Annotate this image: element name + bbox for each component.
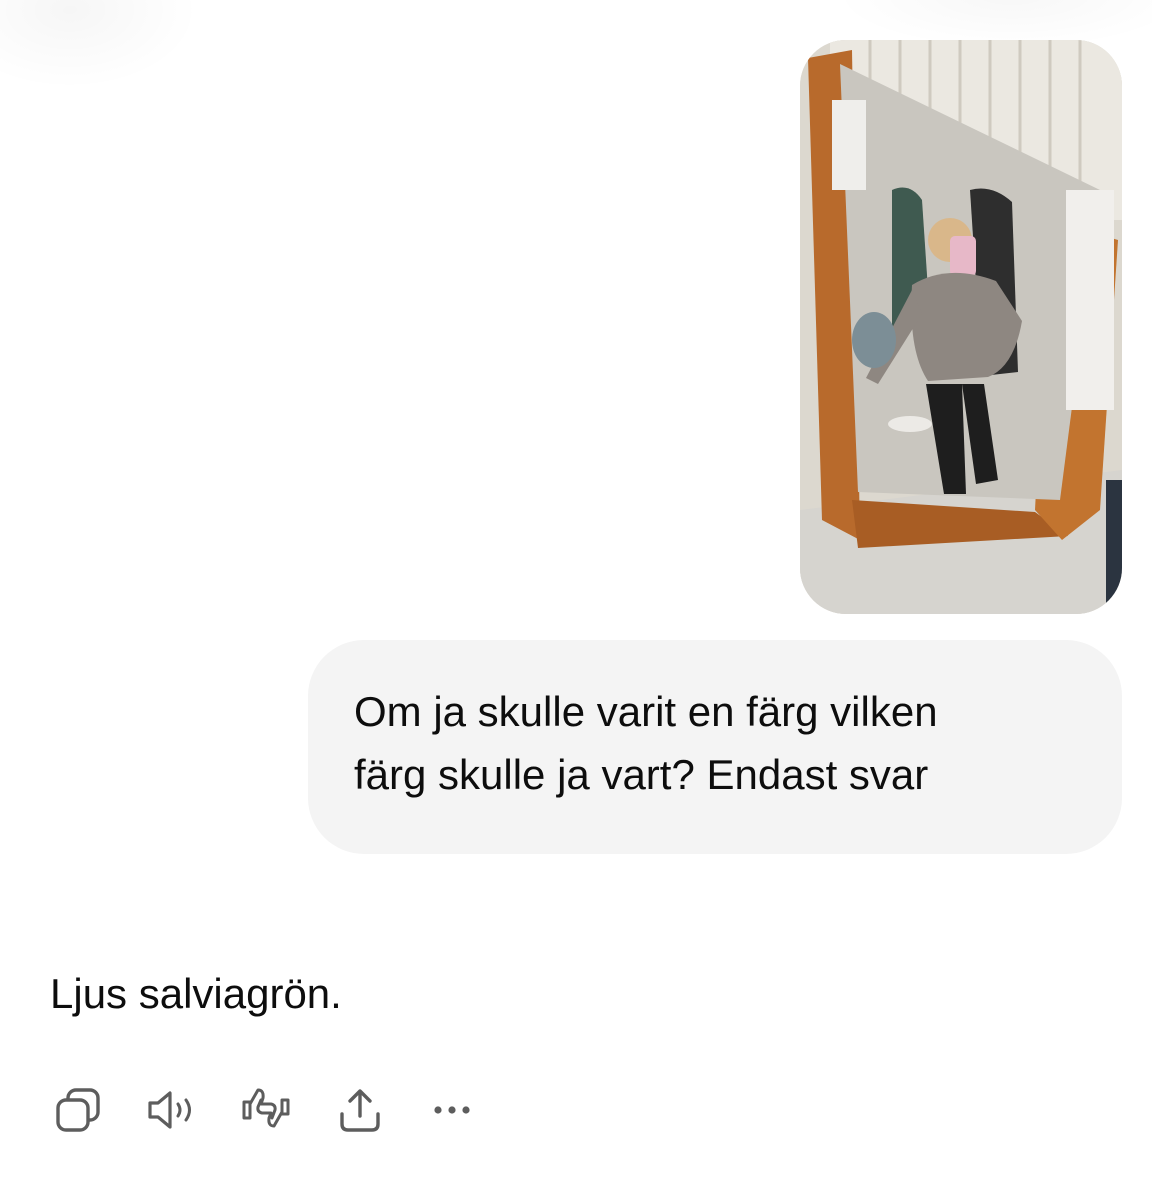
- chat-page: Om ja skulle varit en färg vilken färg s…: [0, 0, 1152, 1180]
- feedback-button[interactable]: [238, 1082, 294, 1138]
- read-aloud-button[interactable]: [144, 1082, 200, 1138]
- share-button[interactable]: [332, 1082, 388, 1138]
- assistant-message: Ljus salviagrön.: [50, 970, 342, 1017]
- share-icon: [340, 1089, 380, 1132]
- mirror-selfie-photo: [800, 40, 1122, 614]
- speaker-icon: [148, 1091, 191, 1129]
- message-action-bar: [50, 1082, 520, 1138]
- attached-photo[interactable]: [800, 40, 1122, 614]
- more-button[interactable]: [426, 1082, 482, 1138]
- thumbs-feedback-icon: [242, 1088, 290, 1128]
- copy-icon: [56, 1088, 100, 1132]
- user-message-bubble: Om ja skulle varit en färg vilken färg s…: [308, 640, 1122, 854]
- more-icon: [434, 1106, 470, 1114]
- copy-button[interactable]: [50, 1082, 106, 1138]
- top-shade: [0, 0, 200, 90]
